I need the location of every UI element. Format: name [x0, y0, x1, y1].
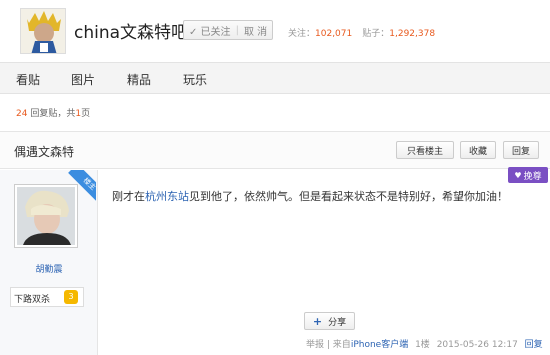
reply-summary: 24 回复贴，共1页	[16, 106, 90, 119]
post-reply-link[interactable]: 回复	[525, 340, 543, 350]
page-text: 页	[81, 109, 91, 119]
unfollow-button[interactable]: 取 消	[244, 23, 267, 38]
share-button[interactable]: + 分享	[304, 312, 355, 330]
tab-images[interactable]: 图片	[71, 71, 95, 88]
tab-posts[interactable]: 看贴	[16, 71, 40, 88]
collect-button[interactable]: 收藏	[460, 141, 496, 159]
only-op-button[interactable]: 只看楼主	[396, 141, 454, 159]
level-number: 3	[64, 290, 78, 304]
user-level[interactable]: 下路双杀 3	[10, 287, 84, 307]
forum-header: china文森特吧 ✓ 已关注 | 取 消 关注：102,071 贴子：1,292…	[0, 0, 550, 62]
forum-title[interactable]: china文森特吧	[74, 18, 188, 43]
client-link[interactable]: iPhone客户端	[351, 340, 408, 350]
forum-logo[interactable]	[20, 8, 66, 54]
content-link[interactable]: 杭州东站	[145, 190, 189, 203]
tab-fun[interactable]: 玩乐	[183, 71, 207, 88]
content-text-before: 刚才在	[112, 190, 145, 203]
thread-title: 偶遇文森特	[14, 145, 75, 159]
share-label: 分享	[328, 317, 347, 328]
forum-stats: 关注：102,071 贴子：1,292,378	[288, 26, 435, 39]
forum-nav: 看贴 图片 精品 玩乐	[0, 62, 550, 94]
from-label: 来自	[332, 340, 351, 350]
post-timestamp: 2015-05-26 12:17	[436, 340, 518, 350]
op-badge-label: 楼主	[68, 170, 96, 204]
follow-toggle[interactable]: ✓ 已关注 | 取 消	[183, 20, 274, 40]
divider: |	[235, 24, 239, 36]
reply-text: 回复贴，共	[30, 109, 76, 119]
follows-label: 关注：	[288, 29, 316, 39]
reply-button[interactable]: 回复	[503, 141, 539, 159]
plus-icon: +	[312, 314, 323, 328]
reply-count: 24	[16, 109, 28, 119]
thumb-icon: ♥	[514, 170, 522, 180]
content-text-after: 见到他了，依然帅气。但是看起来状态不是特别好，希望你加油！	[189, 190, 508, 203]
posts-count: 1,292,378	[389, 29, 436, 39]
level-name: 下路双杀	[14, 295, 51, 305]
tab-featured[interactable]: 精品	[127, 71, 151, 88]
op-badge: 楼主	[62, 170, 96, 204]
thread-title-bar: 偶遇文森特 只看楼主 收藏 回复	[0, 131, 550, 169]
report-link[interactable]: 举报	[306, 340, 324, 350]
follows-count: 102,071	[315, 29, 353, 39]
post-tail: 举报 | 来自iPhone客户端 1楼 2015-05-26 12:17 回复	[306, 337, 543, 350]
username[interactable]: 胡勤震	[0, 262, 98, 275]
floor-number: 1楼	[415, 340, 430, 350]
followed-label: ✓ 已关注	[189, 26, 231, 38]
recommend-button[interactable]: ♥ 挽尊	[508, 167, 548, 183]
posts-label: 贴子：	[362, 29, 390, 39]
post-content: 刚才在杭州东站见到他了，依然帅气。但是看起来状态不是特别好，希望你加油！	[112, 188, 508, 204]
recommend-label: 挽尊	[523, 171, 542, 182]
author-panel: 楼主 胡勤震 下路双杀 3	[0, 170, 98, 355]
